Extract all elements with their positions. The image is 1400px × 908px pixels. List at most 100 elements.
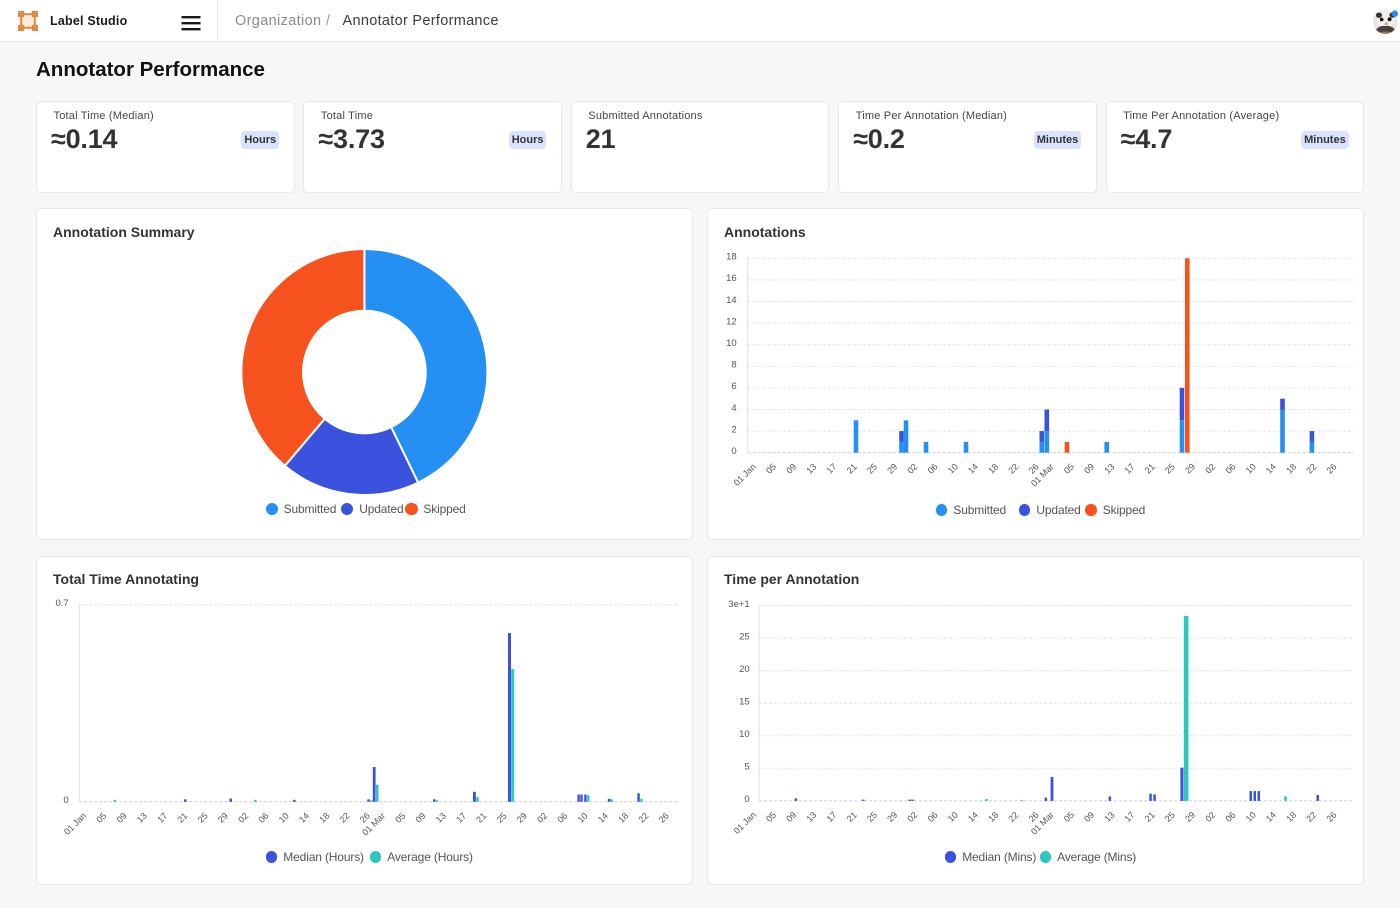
svg-text:12: 12 <box>726 316 737 327</box>
svg-text:21: 21 <box>175 810 189 824</box>
svg-text:17: 17 <box>155 810 169 824</box>
svg-text:06: 06 <box>256 810 270 824</box>
svg-text:09: 09 <box>1082 462 1096 476</box>
svg-text:29: 29 <box>1183 462 1197 476</box>
svg-text:05: 05 <box>1062 809 1076 823</box>
svg-text:02: 02 <box>1203 462 1217 476</box>
svg-text:17: 17 <box>825 462 839 476</box>
svg-text:02: 02 <box>535 810 549 824</box>
svg-text:01 Jan: 01 Jan <box>732 462 758 488</box>
svg-text:0: 0 <box>744 794 749 805</box>
svg-text:14: 14 <box>1264 809 1278 823</box>
svg-text:21: 21 <box>1143 462 1157 476</box>
svg-text:10: 10 <box>1244 809 1258 823</box>
svg-text:09: 09 <box>115 810 129 824</box>
svg-text:25: 25 <box>739 631 750 642</box>
svg-text:01 Jan: 01 Jan <box>732 809 758 835</box>
svg-text:18: 18 <box>986 809 1000 823</box>
svg-text:09: 09 <box>1082 809 1096 823</box>
svg-text:09: 09 <box>784 809 798 823</box>
svg-text:05: 05 <box>393 810 407 824</box>
svg-text:10: 10 <box>576 810 590 824</box>
svg-text:18: 18 <box>317 810 331 824</box>
svg-text:26: 26 <box>1324 462 1338 476</box>
svg-text:22: 22 <box>1304 809 1318 823</box>
svg-text:25: 25 <box>495 810 509 824</box>
svg-text:13: 13 <box>135 810 149 824</box>
svg-text:02: 02 <box>905 809 919 823</box>
svg-text:10: 10 <box>739 729 750 740</box>
svg-text:20: 20 <box>739 663 750 674</box>
svg-text:05: 05 <box>94 810 108 824</box>
svg-text:18: 18 <box>1284 462 1298 476</box>
svg-text:02: 02 <box>1203 809 1217 823</box>
svg-text:22: 22 <box>1304 462 1318 476</box>
svg-text:25: 25 <box>196 810 210 824</box>
svg-text:6: 6 <box>731 381 736 392</box>
svg-text:22: 22 <box>1006 462 1020 476</box>
svg-text:14: 14 <box>726 295 737 306</box>
svg-text:21: 21 <box>1143 809 1157 823</box>
svg-text:13: 13 <box>804 809 818 823</box>
svg-text:10: 10 <box>726 338 737 349</box>
svg-text:18: 18 <box>726 252 737 263</box>
svg-text:14: 14 <box>966 809 980 823</box>
svg-text:21: 21 <box>845 462 859 476</box>
svg-text:4: 4 <box>731 403 736 414</box>
svg-text:29: 29 <box>515 810 529 824</box>
svg-text:02: 02 <box>236 810 250 824</box>
svg-text:29: 29 <box>885 462 899 476</box>
svg-text:14: 14 <box>596 810 610 824</box>
svg-text:18: 18 <box>616 810 630 824</box>
svg-text:09: 09 <box>413 810 427 824</box>
svg-text:10: 10 <box>277 810 291 824</box>
svg-text:10: 10 <box>946 462 960 476</box>
svg-text:14: 14 <box>297 810 311 824</box>
svg-text:05: 05 <box>1062 462 1076 476</box>
svg-text:01 Jan: 01 Jan <box>62 810 88 836</box>
svg-text:29: 29 <box>1183 809 1197 823</box>
svg-text:29: 29 <box>885 809 899 823</box>
svg-text:13: 13 <box>434 810 448 824</box>
svg-text:0: 0 <box>63 795 68 806</box>
svg-text:22: 22 <box>337 810 351 824</box>
svg-text:06: 06 <box>1223 809 1237 823</box>
svg-text:5: 5 <box>744 761 749 772</box>
svg-text:17: 17 <box>454 810 468 824</box>
svg-text:13: 13 <box>804 462 818 476</box>
svg-text:02: 02 <box>905 462 919 476</box>
svg-text:05: 05 <box>764 462 778 476</box>
svg-text:8: 8 <box>731 360 736 371</box>
svg-text:25: 25 <box>1163 462 1177 476</box>
svg-text:26: 26 <box>1324 809 1338 823</box>
svg-text:06: 06 <box>926 809 940 823</box>
svg-text:3e+1: 3e+1 <box>728 598 749 609</box>
svg-text:17: 17 <box>1122 462 1136 476</box>
svg-text:09: 09 <box>784 462 798 476</box>
svg-text:17: 17 <box>825 809 839 823</box>
svg-text:06: 06 <box>555 810 569 824</box>
svg-text:22: 22 <box>1006 809 1020 823</box>
svg-text:13: 13 <box>1102 462 1116 476</box>
svg-text:26: 26 <box>657 810 671 824</box>
svg-text:18: 18 <box>1284 809 1298 823</box>
svg-text:25: 25 <box>865 809 879 823</box>
svg-text:10: 10 <box>1244 462 1258 476</box>
svg-text:0: 0 <box>731 446 736 457</box>
svg-text:10: 10 <box>946 809 960 823</box>
svg-text:05: 05 <box>764 809 778 823</box>
svg-text:21: 21 <box>845 809 859 823</box>
svg-text:18: 18 <box>986 462 1000 476</box>
svg-text:22: 22 <box>636 810 650 824</box>
svg-text:25: 25 <box>1163 809 1177 823</box>
svg-text:06: 06 <box>1223 462 1237 476</box>
svg-text:16: 16 <box>726 273 737 284</box>
svg-text:21: 21 <box>474 810 488 824</box>
svg-text:2: 2 <box>731 424 736 435</box>
svg-text:0.7: 0.7 <box>55 598 68 609</box>
svg-text:29: 29 <box>216 810 230 824</box>
svg-text:17: 17 <box>1122 809 1136 823</box>
svg-text:06: 06 <box>926 462 940 476</box>
svg-text:15: 15 <box>739 696 750 707</box>
svg-text:14: 14 <box>1264 462 1278 476</box>
